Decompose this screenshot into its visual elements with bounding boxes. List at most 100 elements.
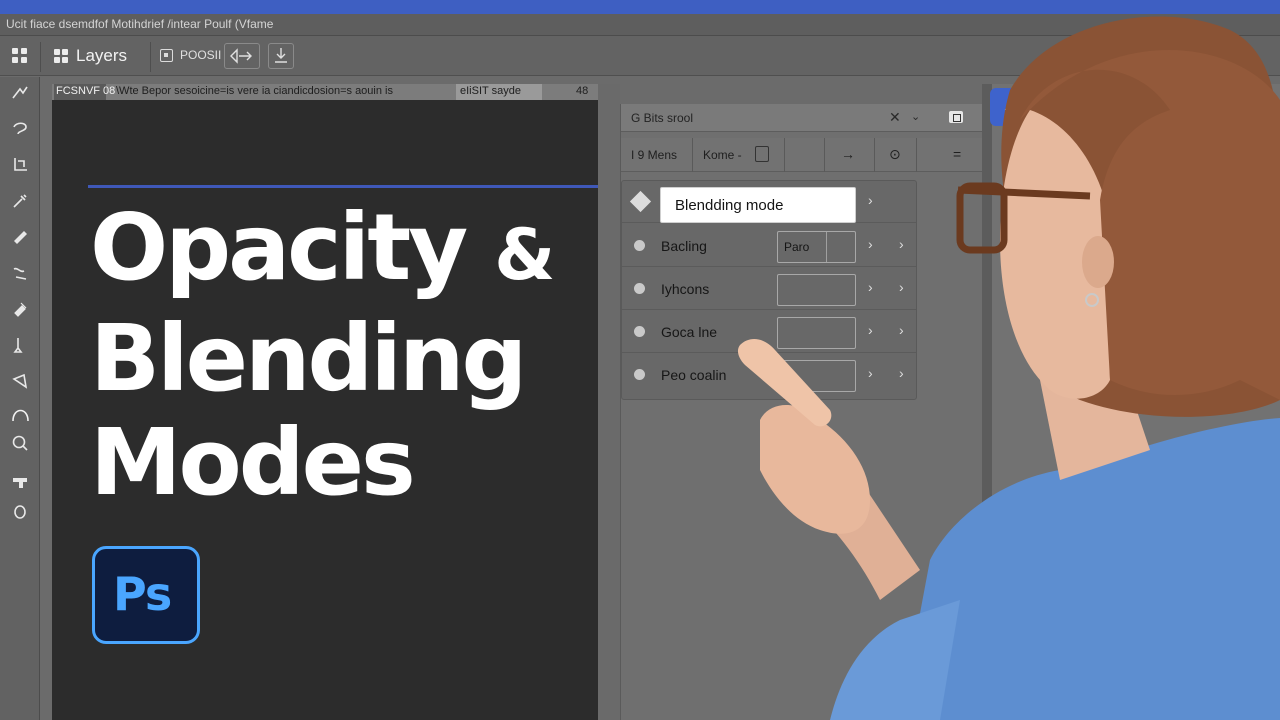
tool-shape[interactable] xyxy=(6,497,34,525)
panel-menu-label: I 9 Mens xyxy=(631,148,678,162)
blending-mode-input[interactable]: Blendding mode xyxy=(660,187,856,223)
panel-options-icon[interactable] xyxy=(949,111,963,123)
lasso-tool-icon xyxy=(13,122,27,135)
panel-menu-cell[interactable]: I 9 Mens xyxy=(621,138,693,172)
panel-blank-cell[interactable] xyxy=(785,138,825,172)
blending-mode-value: Blendding mode xyxy=(675,197,784,214)
tool-gradient[interactable] xyxy=(6,367,34,395)
tool-zoom[interactable] xyxy=(6,429,34,457)
radio-dot-icon xyxy=(634,240,645,251)
list-item[interactable]: Peo coalin › › xyxy=(622,354,916,396)
chevron-right-icon[interactable]: › xyxy=(868,322,873,338)
eraser-tool-icon xyxy=(13,338,23,353)
layers-icon xyxy=(54,49,68,63)
field-divider xyxy=(826,232,827,262)
stamp-tool-icon xyxy=(14,302,27,317)
transform-icon xyxy=(230,48,252,64)
panel-arrow-cell[interactable]: → xyxy=(825,138,875,172)
tool-pen[interactable] xyxy=(6,397,34,431)
menu-bar-text[interactable]: Ucit fiace dsemdfof Motihdrief /intear P… xyxy=(6,17,273,31)
triangle-up-icon: ▲ xyxy=(1002,97,1016,113)
title-line-2: Blending xyxy=(90,305,527,412)
close-icon[interactable]: ✕ xyxy=(889,109,901,126)
list-item[interactable]: Bacling Paro › › xyxy=(622,225,916,267)
photoshop-logo-text: Ps xyxy=(113,567,172,621)
chevron-right-icon[interactable]: › xyxy=(868,365,873,381)
workspace-grid-icon[interactable] xyxy=(12,48,28,64)
blend-options-list: Blendding mode › Bacling Paro › › Iyhcon… xyxy=(621,180,917,400)
chevron-right-icon[interactable]: › xyxy=(899,279,904,295)
title-ampersand: & xyxy=(494,214,556,296)
document-canvas: FCSNVF 08 \Wte Bepor sesoicine=is vere i… xyxy=(52,84,688,720)
circle-dot-icon: ⊙ xyxy=(889,146,901,162)
tool-crop[interactable] xyxy=(6,151,34,179)
tool-lasso[interactable] xyxy=(6,115,34,143)
tool-hand[interactable] xyxy=(6,467,34,495)
options-toolbar: Layers POOSII xyxy=(0,36,1280,76)
chevron-down-icon[interactable]: ⌄ xyxy=(911,110,920,123)
brush-tool-icon xyxy=(13,267,27,280)
panel-toolbar: I 9 Mens Kome - → ⊙ = xyxy=(621,138,983,172)
row-label: Goca lne xyxy=(661,324,718,340)
tool-eraser[interactable] xyxy=(6,331,34,359)
focus-square-icon xyxy=(160,49,173,62)
chevron-right-icon[interactable]: › xyxy=(899,365,904,381)
panel-title: G Bits srool xyxy=(631,111,694,125)
document-tab-path: \Wte Bepor sesoicine=is vere ia ciandicd… xyxy=(116,85,393,97)
pen-tool-icon xyxy=(12,409,29,422)
document-tab-zoom: 48 xyxy=(576,85,589,97)
focus-option-label: POOSII xyxy=(180,48,222,62)
layers-tab-label: Layers xyxy=(76,46,128,65)
blending-panel: G Bits srool ✕ ⌄ I 9 Mens Kome - → ⊙ = B… xyxy=(620,104,983,720)
tool-brush[interactable] xyxy=(6,259,34,287)
row-value-field[interactable] xyxy=(777,274,856,306)
crop-tool-icon xyxy=(14,158,27,171)
title-line-1: Opacity & xyxy=(90,194,556,301)
shape-tool-icon xyxy=(14,505,26,519)
panel-kome-cell[interactable]: Kome - xyxy=(693,138,785,172)
tool-move[interactable] xyxy=(6,79,34,107)
toolbar-divider xyxy=(40,42,41,72)
row-label: Bacling xyxy=(661,238,707,254)
list-item[interactable]: Goca lne › › xyxy=(622,311,916,353)
tool-stamp[interactable] xyxy=(6,295,34,323)
dock-divider xyxy=(982,84,992,720)
toolbar-divider xyxy=(150,42,151,72)
document-tab-mode: eIiSIT sayde xyxy=(460,85,521,97)
chevron-right-icon[interactable]: › xyxy=(868,279,873,295)
title-line-3: Modes xyxy=(90,409,416,516)
tool-eyedropper[interactable] xyxy=(6,187,34,215)
photoshop-logo: Ps xyxy=(92,546,200,644)
panel-circle-cell[interactable]: ⊙ xyxy=(875,138,917,172)
transform-button[interactable] xyxy=(224,43,260,69)
zoom-tool-icon xyxy=(12,435,28,451)
row-label: Iyhcons xyxy=(661,281,710,297)
chevron-right-icon[interactable]: › xyxy=(868,236,873,252)
calculator-icon xyxy=(755,146,769,162)
radio-dot-icon xyxy=(634,369,645,380)
hand-tool-icon xyxy=(13,478,27,488)
tool-healing[interactable] xyxy=(6,223,34,251)
panel-divider xyxy=(598,84,620,720)
list-item[interactable]: Blendding mode › xyxy=(622,181,916,223)
diamond-icon xyxy=(629,190,652,213)
row-value-field[interactable] xyxy=(777,317,856,349)
document-tab-name: FCSNVF 08 xyxy=(56,85,116,97)
row-value-field[interactable] xyxy=(777,360,856,392)
chevron-right-icon[interactable]: › xyxy=(868,192,873,208)
hamburger-icon: = xyxy=(953,146,962,162)
list-item[interactable]: Iyhcons › › xyxy=(622,268,916,310)
row-value-field[interactable]: Paro xyxy=(777,231,856,263)
dock-expand-button[interactable]: ▲ xyxy=(990,88,1026,126)
right-dock xyxy=(992,84,1280,720)
download-button[interactable] xyxy=(268,43,294,69)
row-label: Peo coalin xyxy=(661,367,727,383)
chevron-right-icon[interactable]: › xyxy=(899,322,904,338)
panel-menu-button[interactable]: = xyxy=(917,138,983,172)
radio-dot-icon xyxy=(634,283,645,294)
menu-bar: Ucit fiace dsemdfof Motihdrief /intear P… xyxy=(0,14,1280,36)
document-tab[interactable]: FCSNVF 08 \Wte Bepor sesoicine=is vere i… xyxy=(52,84,598,100)
radio-dot-icon xyxy=(634,326,645,337)
row-value: Paro xyxy=(784,240,810,254)
chevron-right-icon[interactable]: › xyxy=(899,236,904,252)
